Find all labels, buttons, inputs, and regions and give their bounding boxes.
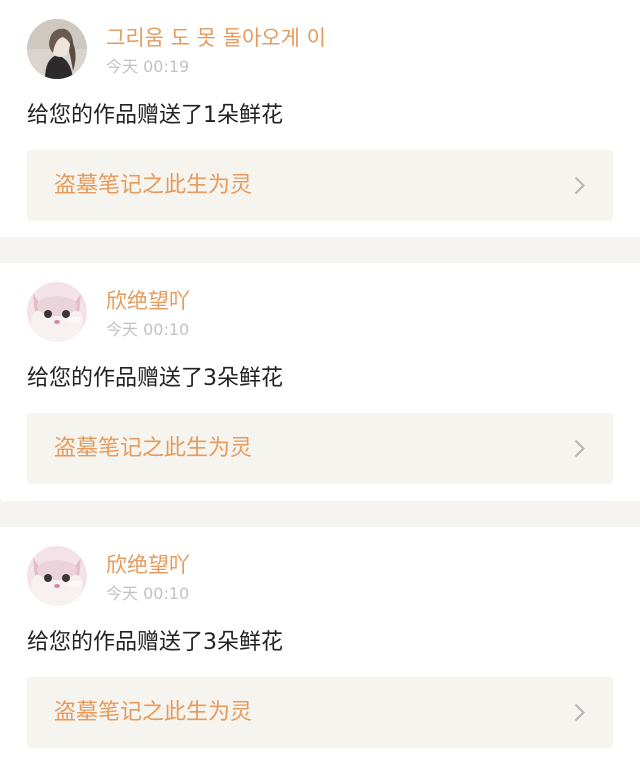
cat-avatar-icon: 电僚 bbox=[27, 282, 87, 342]
work-title: 盗墓笔记之此生为灵 bbox=[54, 173, 253, 198]
chevron-right-icon bbox=[574, 439, 585, 458]
work-title: 盗墓笔记之此生为灵 bbox=[54, 700, 253, 725]
notification-feed: 그리움 도 못 돌아오게 이 今天 00:19 给您的作品赠送了1朵鲜花 盗墓笔… bbox=[0, 0, 640, 757]
username[interactable]: 그리움 도 못 돌아오게 이 bbox=[106, 24, 326, 52]
work-link-card[interactable]: 盗墓笔记之此生为灵 bbox=[27, 150, 613, 221]
gift-message: 给您的作品赠送了1朵鲜花 bbox=[27, 103, 283, 128]
notification-item: 그리움 도 못 돌아오게 이 今天 00:19 给您的作品赠送了1朵鲜花 盗墓笔… bbox=[0, 0, 640, 237]
timestamp: 今天 00:10 bbox=[106, 584, 190, 603]
avatar-caption: 电僚 bbox=[67, 579, 81, 588]
avatar[interactable]: 电僚 bbox=[27, 282, 87, 342]
notification-item: 电僚 欣绝望吖 今天 00:10 给您的作品赠送了3朵鲜花 盗墓笔记之此生为灵 bbox=[0, 527, 640, 757]
section-separator bbox=[0, 237, 640, 263]
avatar[interactable] bbox=[27, 19, 87, 79]
gift-message: 给您的作品赠送了3朵鲜花 bbox=[27, 366, 283, 391]
username[interactable]: 欣绝望吖 bbox=[106, 287, 190, 315]
section-separator bbox=[0, 501, 640, 527]
timestamp: 今天 00:10 bbox=[106, 320, 190, 339]
avatar-caption: 电僚 bbox=[67, 315, 81, 324]
chevron-right-icon bbox=[574, 176, 585, 195]
work-link-card[interactable]: 盗墓笔记之此生为灵 bbox=[27, 413, 613, 484]
cat-avatar-icon: 电僚 bbox=[27, 546, 87, 606]
avatar[interactable]: 电僚 bbox=[27, 546, 87, 606]
work-link-card[interactable]: 盗墓笔记之此生为灵 bbox=[27, 677, 613, 748]
timestamp: 今天 00:19 bbox=[106, 57, 190, 76]
notification-item: 电僚 欣绝望吖 今天 00:10 给您的作品赠送了3朵鲜花 盗墓笔记之此生为灵 bbox=[0, 263, 640, 500]
username[interactable]: 欣绝望吖 bbox=[106, 551, 190, 579]
work-title: 盗墓笔记之此生为灵 bbox=[54, 436, 253, 461]
chevron-right-icon bbox=[574, 703, 585, 722]
gift-message: 给您的作品赠送了3朵鲜花 bbox=[27, 630, 283, 655]
user-avatar-photo-icon bbox=[27, 19, 87, 79]
